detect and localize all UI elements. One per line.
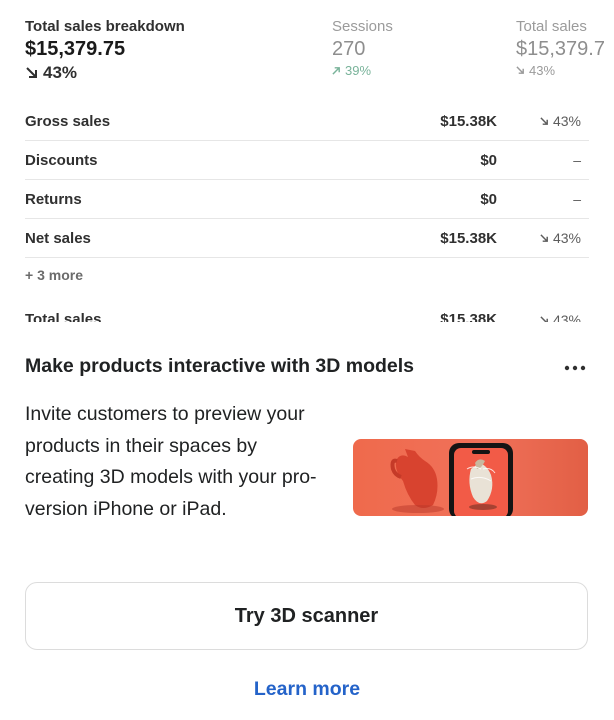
metric-value: $15,379.7: [516, 38, 605, 60]
row-label: Gross sales: [25, 112, 111, 130]
metric-total-sales-breakdown[interactable]: Total sales breakdown $15,379.75 43%: [25, 18, 185, 83]
metric-value: 270: [332, 38, 366, 60]
metric-change: 43%: [25, 63, 185, 83]
row-change: 43%: [497, 113, 589, 129]
metric-label: Total sales: [516, 18, 587, 35]
row-change: 43%: [497, 230, 589, 246]
arrow-up-right-icon: [332, 67, 340, 75]
row-change-value: 43%: [552, 113, 581, 129]
metric-change: 43%: [516, 63, 605, 78]
row-change: 43%: [497, 312, 589, 322]
metric-change-value: 43%: [529, 63, 556, 78]
show-more-link[interactable]: + 3 more: [25, 258, 589, 292]
metrics-strip: Total sales breakdown $15,379.75 43% Ses…: [0, 0, 614, 100]
table-row: Discounts $0 –: [25, 141, 589, 180]
row-value: $15.38K: [440, 112, 497, 130]
metric-change-value: 39%: [345, 63, 372, 78]
sales-breakdown-table: Gross sales $15.38K 43% Discounts $0 – R…: [25, 102, 589, 322]
3d-product-preview-image: [353, 439, 588, 516]
row-label: Returns: [25, 190, 82, 208]
row-change-value: 43%: [552, 312, 581, 322]
table-row: Net sales $15.38K 43%: [25, 219, 589, 258]
more-dots: [564, 365, 586, 371]
arrow-down-right-icon: [540, 116, 548, 125]
row-value: $15.38K: [440, 311, 497, 322]
row-value: $15.38K: [440, 229, 497, 247]
arrow-down-right-icon: [26, 67, 37, 78]
row-change: –: [573, 191, 581, 207]
metric-change: 39%: [332, 63, 393, 78]
row-label: Total sales: [25, 311, 102, 322]
metric-label: Sessions: [332, 18, 393, 35]
promo-title: Make products interactive with 3D models: [25, 355, 415, 377]
learn-more-link[interactable]: Learn more: [0, 678, 614, 701]
metric-change-value: 43%: [43, 63, 78, 82]
row-label: Net sales: [25, 229, 91, 247]
table-row-total: Total sales $15.38K 43%: [25, 292, 589, 322]
ellipsis-icon[interactable]: [558, 354, 592, 382]
row-label: Discounts: [25, 151, 98, 169]
row-change: –: [573, 152, 581, 168]
promo-description: Invite customers to preview your product…: [25, 403, 317, 520]
metric-value: $15,379.75: [25, 38, 126, 60]
metric-total-sales[interactable]: Total sales $15,379.7 43%: [516, 18, 605, 78]
table-row: Returns $0 –: [25, 180, 589, 219]
row-value: $0: [480, 190, 497, 208]
row-change-value: 43%: [552, 230, 581, 246]
show-more-label: + 3 more: [25, 267, 83, 283]
row-value: $0: [480, 151, 497, 169]
metric-sessions[interactable]: Sessions 270 39%: [332, 18, 393, 78]
arrow-down-right-icon: [540, 233, 548, 242]
metric-label: Total sales breakdown: [25, 18, 185, 35]
arrow-down-right-icon: [540, 315, 548, 322]
try-3d-scanner-button[interactable]: Try 3D scanner: [25, 582, 588, 650]
table-row: Gross sales $15.38K 43%: [25, 102, 589, 141]
arrow-down-right-icon: [516, 66, 524, 74]
